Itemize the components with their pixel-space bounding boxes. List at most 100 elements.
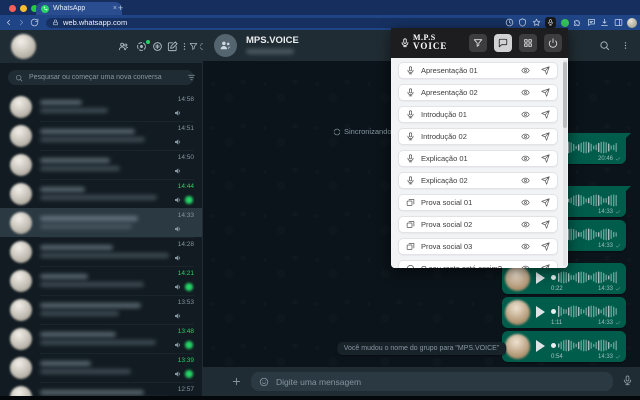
eye-preview-icon[interactable]	[521, 264, 530, 268]
emoji-icon[interactable]	[259, 377, 269, 387]
waveform[interactable]	[558, 271, 618, 284]
voice-clip-item[interactable]: Apresentação 02	[398, 84, 558, 101]
playback-position-dot[interactable]	[551, 309, 556, 314]
send-icon[interactable]	[541, 154, 550, 163]
minimize-window-button[interactable]	[20, 4, 27, 12]
puzzle-icon[interactable]	[573, 18, 582, 27]
clock-icon[interactable]	[505, 18, 514, 27]
close-window-button[interactable]	[9, 4, 16, 12]
chat-filter-icon[interactable]	[187, 73, 196, 82]
browser-tab[interactable]: WhatsApp ×	[36, 2, 122, 15]
voice-clip-item[interactable]: Prova social 02	[398, 216, 558, 233]
eye-preview-icon[interactable]	[521, 110, 530, 119]
voice-clip-item[interactable]: Prova social 01	[398, 194, 558, 211]
star-icon[interactable]	[532, 18, 541, 27]
channels-icon[interactable]	[152, 41, 163, 52]
chat-list-item[interactable]: 14:58	[0, 92, 202, 122]
mic-icon[interactable]	[622, 375, 633, 386]
voice-clip-item[interactable]: Explicação 02	[398, 172, 558, 189]
voice-clip-item[interactable]: Introdução 02	[398, 128, 558, 145]
playback-position-dot[interactable]	[551, 343, 556, 348]
send-icon[interactable]	[541, 66, 550, 75]
play-icon[interactable]	[536, 340, 545, 352]
user-avatar[interactable]	[11, 34, 36, 59]
refresh-icon[interactable]	[30, 18, 39, 27]
send-icon[interactable]	[541, 242, 550, 251]
eye-preview-icon[interactable]	[521, 198, 530, 207]
eye-preview-icon[interactable]	[521, 220, 530, 229]
filter-funnel-icon[interactable]	[189, 41, 198, 52]
voice-message-bubble[interactable]: 1:11 14:33	[502, 297, 626, 328]
shield-icon[interactable]	[518, 18, 527, 27]
chat-bubble-icon	[498, 38, 508, 48]
voice-clip-item[interactable]: Explicação 01	[398, 150, 558, 167]
new-chat-icon[interactable]	[167, 41, 178, 52]
attach-plus-icon[interactable]	[231, 376, 242, 387]
chat-list-item[interactable]: 14:21	[0, 266, 202, 296]
send-icon[interactable]	[541, 264, 550, 268]
speaker-icon	[174, 283, 182, 291]
power-button[interactable]	[544, 33, 562, 52]
waveform[interactable]	[558, 339, 618, 352]
chat-list-item[interactable]: 14:28	[0, 237, 202, 267]
chat-bubble-button[interactable]	[494, 33, 512, 52]
whatsapp-favicon-icon	[41, 4, 49, 13]
chat-list-item[interactable]: 14:33	[0, 208, 202, 238]
send-icon[interactable]	[541, 110, 550, 119]
panel-icon[interactable]	[614, 18, 623, 27]
chat-list-item[interactable]: 13:48	[0, 324, 202, 354]
search-icon[interactable]	[599, 40, 610, 51]
chat-list-item[interactable]: 12:57	[0, 382, 202, 396]
group-avatar[interactable]	[214, 34, 237, 57]
forward-icon[interactable]	[17, 18, 26, 27]
send-icon[interactable]	[541, 132, 550, 141]
new-tab-button[interactable]: +	[118, 4, 123, 13]
tab-close-icon[interactable]: ×	[113, 5, 117, 12]
eye-preview-icon[interactable]	[521, 132, 530, 141]
chat-list-item[interactable]: 14:44	[0, 179, 202, 209]
play-icon[interactable]	[536, 272, 545, 284]
play-icon[interactable]	[536, 306, 545, 318]
chat-name-blurred	[40, 389, 144, 395]
download-icon[interactable]	[600, 18, 609, 27]
speaker-icon	[174, 254, 182, 262]
menu-icon[interactable]	[180, 41, 189, 52]
voice-message-bubble[interactable]: 0:54 14:33	[502, 331, 626, 362]
playback-position-dot[interactable]	[551, 275, 556, 280]
chat-square-icon[interactable]	[587, 18, 596, 27]
address-bar[interactable]: web.whatsapp.com	[46, 17, 510, 28]
clip-label: Explicação 01	[421, 154, 468, 163]
popup-scrollbar-thumb[interactable]	[563, 62, 567, 128]
eye-preview-icon[interactable]	[521, 242, 530, 251]
chat-list-item[interactable]: 14:51	[0, 121, 202, 151]
waveform[interactable]	[558, 305, 618, 318]
chat-list-item[interactable]: 13:53	[0, 295, 202, 325]
chat-list-item[interactable]: 14:50	[0, 150, 202, 180]
send-icon[interactable]	[541, 198, 550, 207]
menu-icon[interactable]	[621, 40, 630, 51]
funnel-button[interactable]	[469, 33, 487, 52]
media-icon	[406, 198, 415, 207]
profile-avatar[interactable]	[627, 17, 637, 28]
mps-extension-icon[interactable]	[545, 17, 556, 28]
voice-clip-item[interactable]: Prova social 03	[398, 238, 558, 255]
search-input[interactable]: Pesquisar ou começar uma nova conversa	[8, 70, 194, 85]
send-icon[interactable]	[541, 220, 550, 229]
voice-clip-item[interactable]: Apresentação 01	[398, 62, 558, 79]
communities-icon[interactable]	[118, 41, 129, 52]
chat-preview-blurred	[40, 224, 132, 229]
voice-clip-item[interactable]: Introdução 01	[398, 106, 558, 123]
eye-preview-icon[interactable]	[521, 176, 530, 185]
chat-list-item[interactable]: 13:39	[0, 353, 202, 383]
send-icon[interactable]	[541, 176, 550, 185]
eye-preview-icon[interactable]	[521, 66, 530, 75]
chat-time: 13:39	[177, 356, 194, 364]
green-dot-icon[interactable]	[560, 18, 569, 27]
message-input[interactable]: Digite uma mensagem	[251, 372, 613, 391]
eye-preview-icon[interactable]	[521, 88, 530, 97]
back-icon[interactable]	[4, 18, 13, 27]
eye-preview-icon[interactable]	[521, 154, 530, 163]
voice-clip-item[interactable]: O seu rosto está assim?	[398, 260, 558, 268]
send-icon[interactable]	[541, 88, 550, 97]
grid-button[interactable]	[519, 33, 537, 52]
